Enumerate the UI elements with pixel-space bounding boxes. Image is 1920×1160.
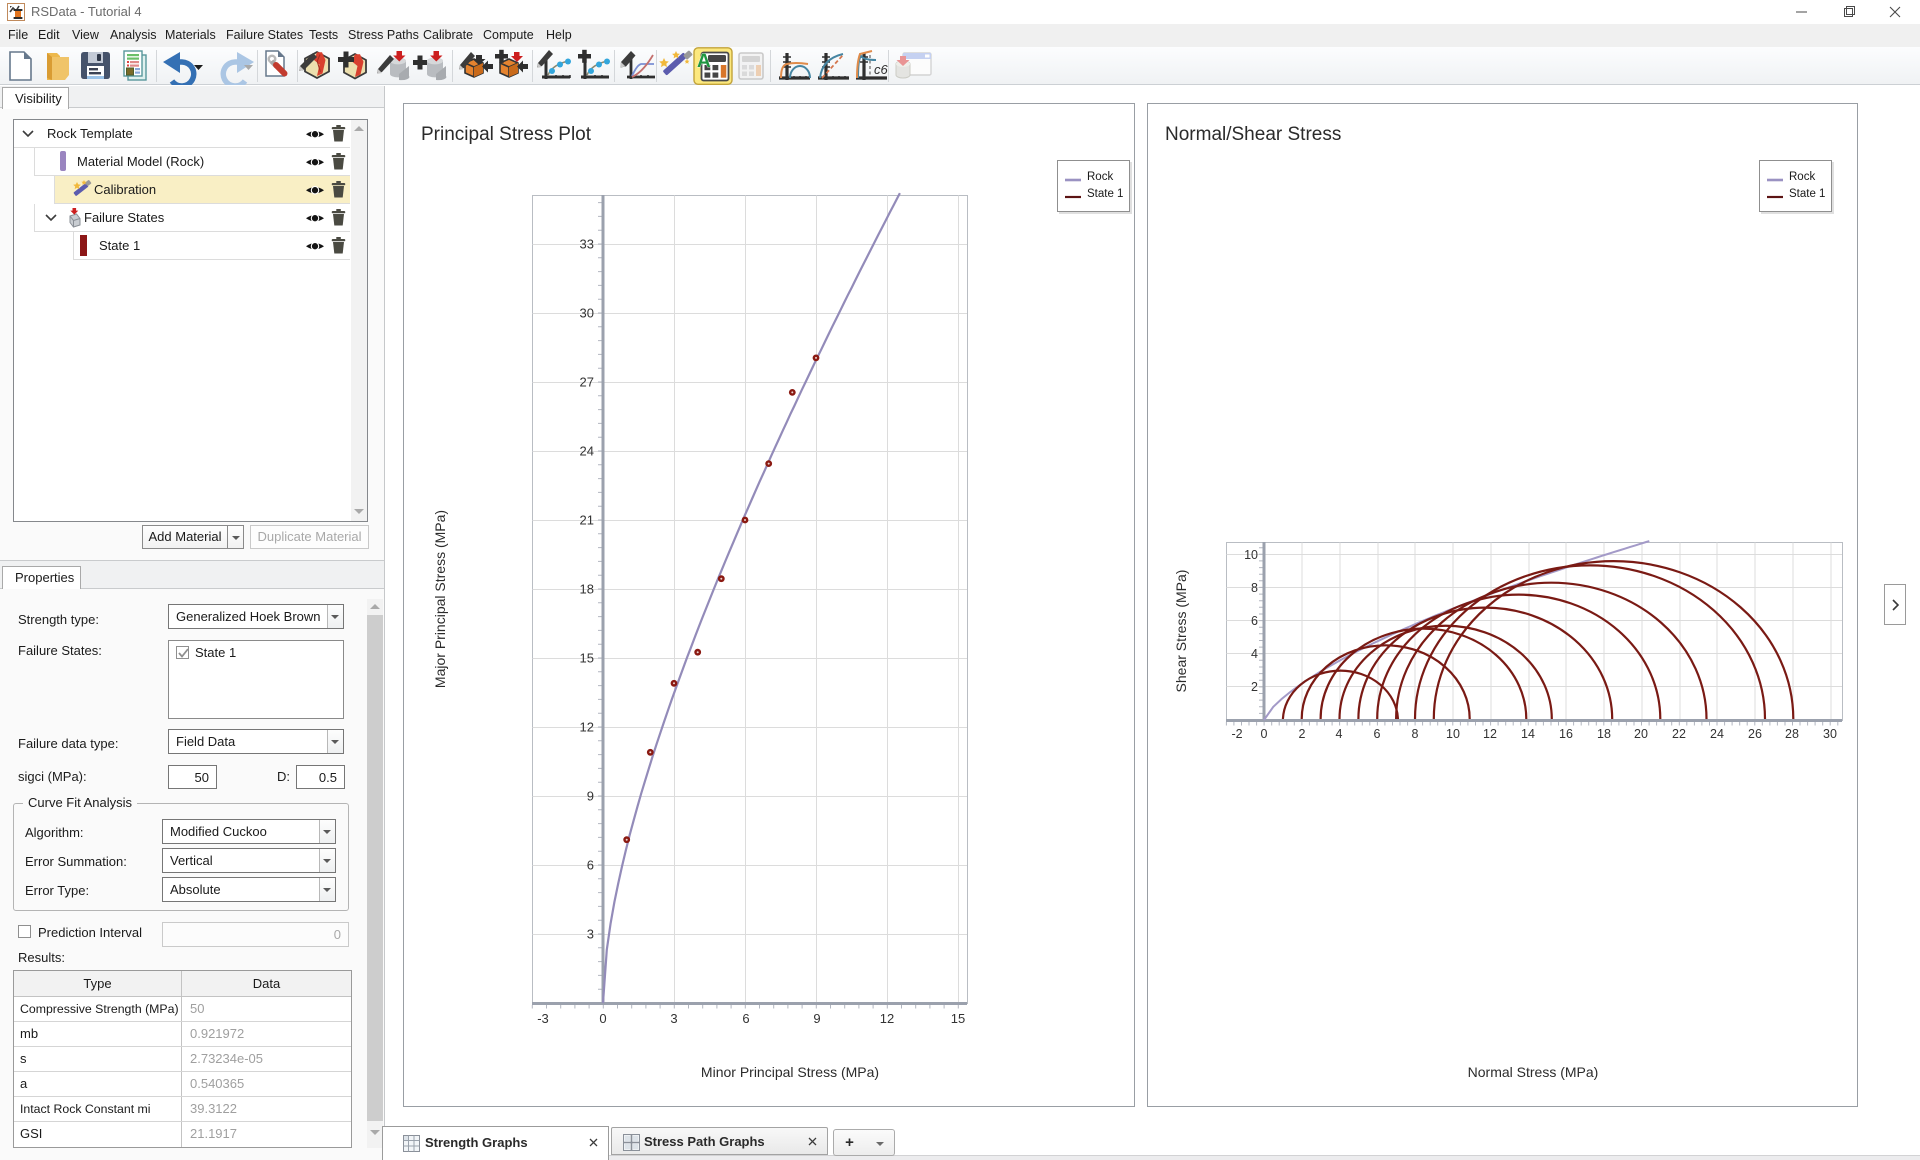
svg-text:9: 9 [813, 1011, 820, 1026]
svg-text:A: A [697, 51, 711, 72]
svg-text:12: 12 [1483, 727, 1497, 741]
svg-text:c6: c6 [874, 62, 889, 77]
svg-text:0: 0 [1261, 727, 1268, 741]
svg-text:-3: -3 [537, 1011, 549, 1026]
svg-text:28: 28 [1785, 727, 1799, 741]
svg-text:14: 14 [1521, 727, 1535, 741]
svg-text:0: 0 [599, 1011, 606, 1026]
svg-text:6: 6 [587, 858, 594, 873]
svg-text:26: 26 [1748, 727, 1762, 741]
svg-text:27: 27 [580, 375, 594, 390]
svg-text:33: 33 [580, 237, 594, 252]
svg-text:-2: -2 [1231, 727, 1242, 741]
svg-text:Shear Stress (MPa): Shear Stress (MPa) [1173, 570, 1189, 693]
svg-text:Minor Principal Stress (MPa): Minor Principal Stress (MPa) [701, 1064, 879, 1080]
svg-text:3: 3 [670, 1011, 677, 1026]
svg-text:30: 30 [1823, 727, 1837, 741]
svg-text:16: 16 [1559, 727, 1573, 741]
svg-text:12: 12 [580, 720, 594, 735]
svg-text:15: 15 [580, 651, 594, 666]
svg-text:18: 18 [1597, 727, 1611, 741]
svg-text:6: 6 [1374, 727, 1381, 741]
svg-text:6: 6 [1251, 614, 1258, 628]
svg-text:8: 8 [1412, 727, 1419, 741]
svg-text:3: 3 [587, 927, 594, 942]
svg-text:21: 21 [580, 513, 594, 528]
svg-text:30: 30 [580, 306, 594, 321]
svg-text:2: 2 [1251, 680, 1258, 694]
svg-text:6: 6 [742, 1011, 749, 1026]
svg-text:2: 2 [1299, 727, 1306, 741]
svg-text:24: 24 [1710, 727, 1724, 741]
svg-text:20: 20 [1634, 727, 1648, 741]
svg-text:12: 12 [880, 1011, 894, 1026]
svg-text:24: 24 [580, 444, 594, 459]
svg-text:8: 8 [1251, 581, 1258, 595]
svg-text:15: 15 [951, 1011, 965, 1026]
svg-text:10: 10 [1446, 727, 1460, 741]
svg-text:18: 18 [580, 582, 594, 597]
svg-text:9: 9 [587, 789, 594, 804]
svg-text:Major Principal Stress (MPa): Major Principal Stress (MPa) [432, 510, 448, 688]
svg-text:Normal Stress (MPa): Normal Stress (MPa) [1468, 1064, 1599, 1080]
svg-text:4: 4 [1251, 647, 1258, 661]
svg-text:22: 22 [1672, 727, 1686, 741]
svg-text:10: 10 [1244, 548, 1258, 562]
svg-text:4: 4 [1336, 727, 1343, 741]
